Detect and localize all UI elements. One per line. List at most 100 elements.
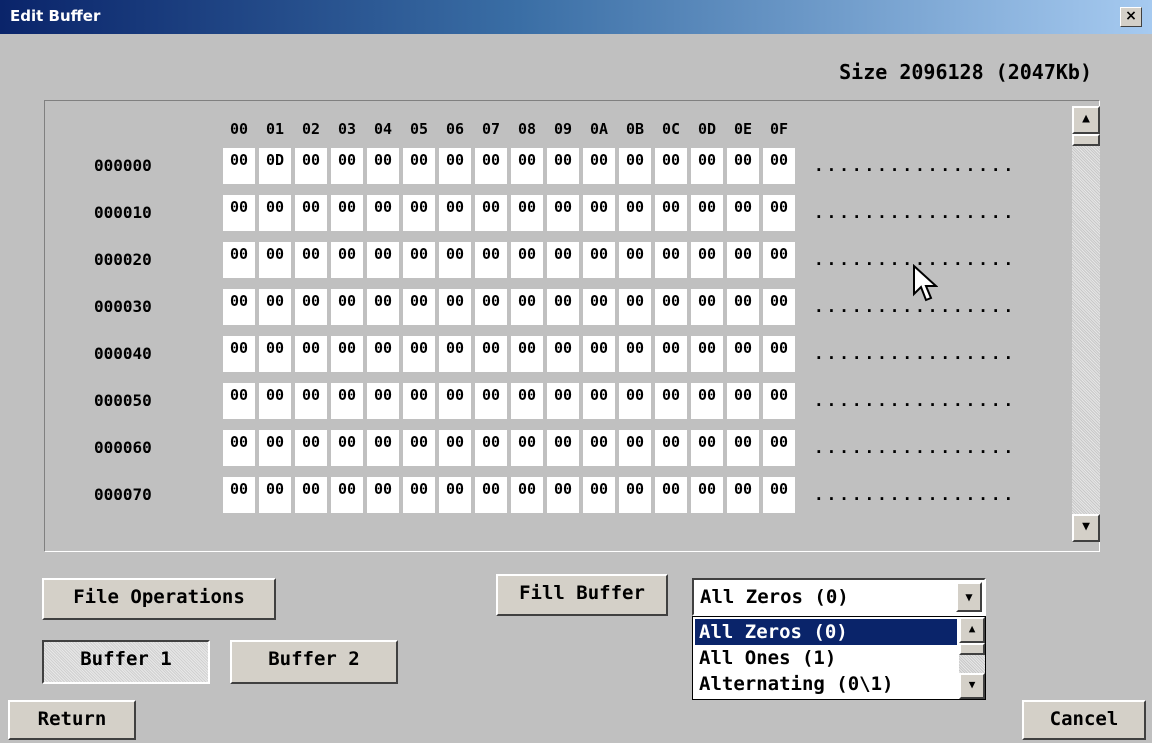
- hex-byte-cell[interactable]: 00: [403, 195, 437, 231]
- hex-byte-cell[interactable]: 00: [655, 289, 689, 325]
- hex-byte-cell[interactable]: 00: [331, 477, 365, 513]
- close-icon[interactable]: ×: [1120, 7, 1142, 27]
- hex-byte-cell[interactable]: 00: [439, 336, 473, 372]
- fill-buffer-button[interactable]: Fill Buffer: [496, 574, 668, 616]
- hex-byte-cell[interactable]: 00: [295, 430, 329, 466]
- hex-byte-cell[interactable]: 00: [727, 430, 761, 466]
- hex-byte-cell[interactable]: 00: [763, 242, 797, 278]
- hex-byte-cell[interactable]: 00: [259, 336, 293, 372]
- hex-byte-cell[interactable]: 00: [475, 383, 509, 419]
- hex-byte-cell[interactable]: 00: [727, 289, 761, 325]
- hex-byte-cell[interactable]: 00: [439, 430, 473, 466]
- hex-byte-cell[interactable]: 00: [763, 430, 797, 466]
- hex-byte-cell[interactable]: 00: [511, 477, 545, 513]
- hex-byte-cell[interactable]: 00: [223, 242, 257, 278]
- hex-byte-cell[interactable]: 00: [619, 242, 653, 278]
- hex-byte-cell[interactable]: 00: [223, 148, 257, 184]
- dropdown-scroll-down-arrow-icon[interactable]: ▼: [959, 673, 985, 699]
- hex-byte-cell[interactable]: 00: [259, 242, 293, 278]
- hex-byte-cell[interactable]: 00: [691, 477, 725, 513]
- hex-byte-cell[interactable]: 00: [547, 383, 581, 419]
- hex-byte-cell[interactable]: 00: [403, 336, 437, 372]
- hex-byte-cell[interactable]: 00: [331, 148, 365, 184]
- hex-byte-cell[interactable]: 00: [619, 336, 653, 372]
- hex-grid-scrollbar[interactable]: ▲ ▼: [1072, 106, 1100, 542]
- hex-byte-cell[interactable]: 00: [331, 336, 365, 372]
- hex-byte-cell[interactable]: 00: [331, 289, 365, 325]
- buffer-1-button[interactable]: Buffer 1: [42, 640, 210, 684]
- scroll-thumb[interactable]: [1072, 134, 1100, 146]
- hex-byte-cell[interactable]: 00: [583, 383, 617, 419]
- hex-byte-cell[interactable]: 00: [475, 477, 509, 513]
- hex-byte-cell[interactable]: 00: [475, 336, 509, 372]
- hex-byte-cell[interactable]: 0D: [259, 148, 293, 184]
- dropdown-scrollbar[interactable]: ▲ ▼: [959, 617, 985, 699]
- hex-byte-cell[interactable]: 00: [439, 148, 473, 184]
- hex-byte-cell[interactable]: 00: [691, 148, 725, 184]
- hex-byte-cell[interactable]: 00: [259, 195, 293, 231]
- hex-byte-cell[interactable]: 00: [367, 148, 401, 184]
- hex-byte-cell[interactable]: 00: [475, 242, 509, 278]
- fill-pattern-select[interactable]: All Zeros (0) ▼: [692, 578, 986, 616]
- hex-byte-cell[interactable]: 00: [763, 289, 797, 325]
- hex-byte-cell[interactable]: 00: [403, 242, 437, 278]
- hex-byte-cell[interactable]: 00: [547, 336, 581, 372]
- hex-byte-cell[interactable]: 00: [475, 430, 509, 466]
- hex-byte-cell[interactable]: 00: [367, 336, 401, 372]
- hex-byte-cell[interactable]: 00: [511, 289, 545, 325]
- scroll-up-arrow-icon[interactable]: ▲: [1072, 106, 1100, 134]
- hex-byte-cell[interactable]: 00: [691, 383, 725, 419]
- hex-byte-cell[interactable]: 00: [511, 195, 545, 231]
- title-bar[interactable]: Edit Buffer ×: [0, 0, 1152, 34]
- hex-byte-cell[interactable]: 00: [295, 195, 329, 231]
- hex-byte-cell[interactable]: 00: [439, 477, 473, 513]
- hex-byte-cell[interactable]: 00: [763, 336, 797, 372]
- fill-pattern-dropdown-list[interactable]: All Zeros (0) All Ones (1) Alternating (…: [692, 616, 986, 700]
- hex-byte-cell[interactable]: 00: [547, 289, 581, 325]
- dropdown-scroll-thumb[interactable]: [959, 643, 985, 655]
- hex-byte-cell[interactable]: 00: [691, 430, 725, 466]
- hex-byte-cell[interactable]: 00: [223, 383, 257, 419]
- hex-byte-cell[interactable]: 00: [403, 430, 437, 466]
- hex-byte-cell[interactable]: 00: [367, 383, 401, 419]
- hex-byte-cell[interactable]: 00: [583, 148, 617, 184]
- scroll-down-arrow-icon[interactable]: ▼: [1072, 514, 1100, 542]
- hex-byte-cell[interactable]: 00: [655, 336, 689, 372]
- hex-byte-cell[interactable]: 00: [367, 289, 401, 325]
- hex-byte-cell[interactable]: 00: [223, 430, 257, 466]
- hex-byte-cell[interactable]: 00: [619, 289, 653, 325]
- hex-byte-cell[interactable]: 00: [691, 195, 725, 231]
- hex-byte-cell[interactable]: 00: [583, 477, 617, 513]
- hex-byte-cell[interactable]: 00: [727, 477, 761, 513]
- hex-byte-cell[interactable]: 00: [223, 336, 257, 372]
- hex-byte-cell[interactable]: 00: [583, 289, 617, 325]
- hex-byte-cell[interactable]: 00: [655, 477, 689, 513]
- hex-byte-cell[interactable]: 00: [259, 383, 293, 419]
- hex-byte-cell[interactable]: 00: [655, 148, 689, 184]
- hex-byte-cell[interactable]: 00: [727, 336, 761, 372]
- hex-byte-cell[interactable]: 00: [403, 289, 437, 325]
- hex-byte-cell[interactable]: 00: [511, 336, 545, 372]
- hex-byte-cell[interactable]: 00: [295, 336, 329, 372]
- hex-byte-cell[interactable]: 00: [763, 195, 797, 231]
- hex-byte-cell[interactable]: 00: [547, 430, 581, 466]
- hex-byte-cell[interactable]: 00: [403, 148, 437, 184]
- hex-byte-cell[interactable]: 00: [475, 289, 509, 325]
- hex-byte-cell[interactable]: 00: [475, 195, 509, 231]
- hex-byte-cell[interactable]: 00: [547, 242, 581, 278]
- hex-byte-cell[interactable]: 00: [439, 383, 473, 419]
- hex-byte-cell[interactable]: 00: [331, 195, 365, 231]
- hex-byte-cell[interactable]: 00: [655, 383, 689, 419]
- hex-byte-cell[interactable]: 00: [259, 289, 293, 325]
- hex-byte-cell[interactable]: 00: [619, 430, 653, 466]
- hex-byte-cell[interactable]: 00: [727, 195, 761, 231]
- hex-byte-cell[interactable]: 00: [295, 148, 329, 184]
- hex-byte-cell[interactable]: 00: [619, 383, 653, 419]
- hex-byte-cell[interactable]: 00: [367, 242, 401, 278]
- hex-byte-cell[interactable]: 00: [655, 430, 689, 466]
- hex-byte-cell[interactable]: 00: [619, 195, 653, 231]
- file-operations-button[interactable]: File Operations: [42, 578, 276, 620]
- hex-byte-cell[interactable]: 00: [763, 383, 797, 419]
- return-button[interactable]: Return: [8, 700, 136, 740]
- hex-byte-cell[interactable]: 00: [223, 477, 257, 513]
